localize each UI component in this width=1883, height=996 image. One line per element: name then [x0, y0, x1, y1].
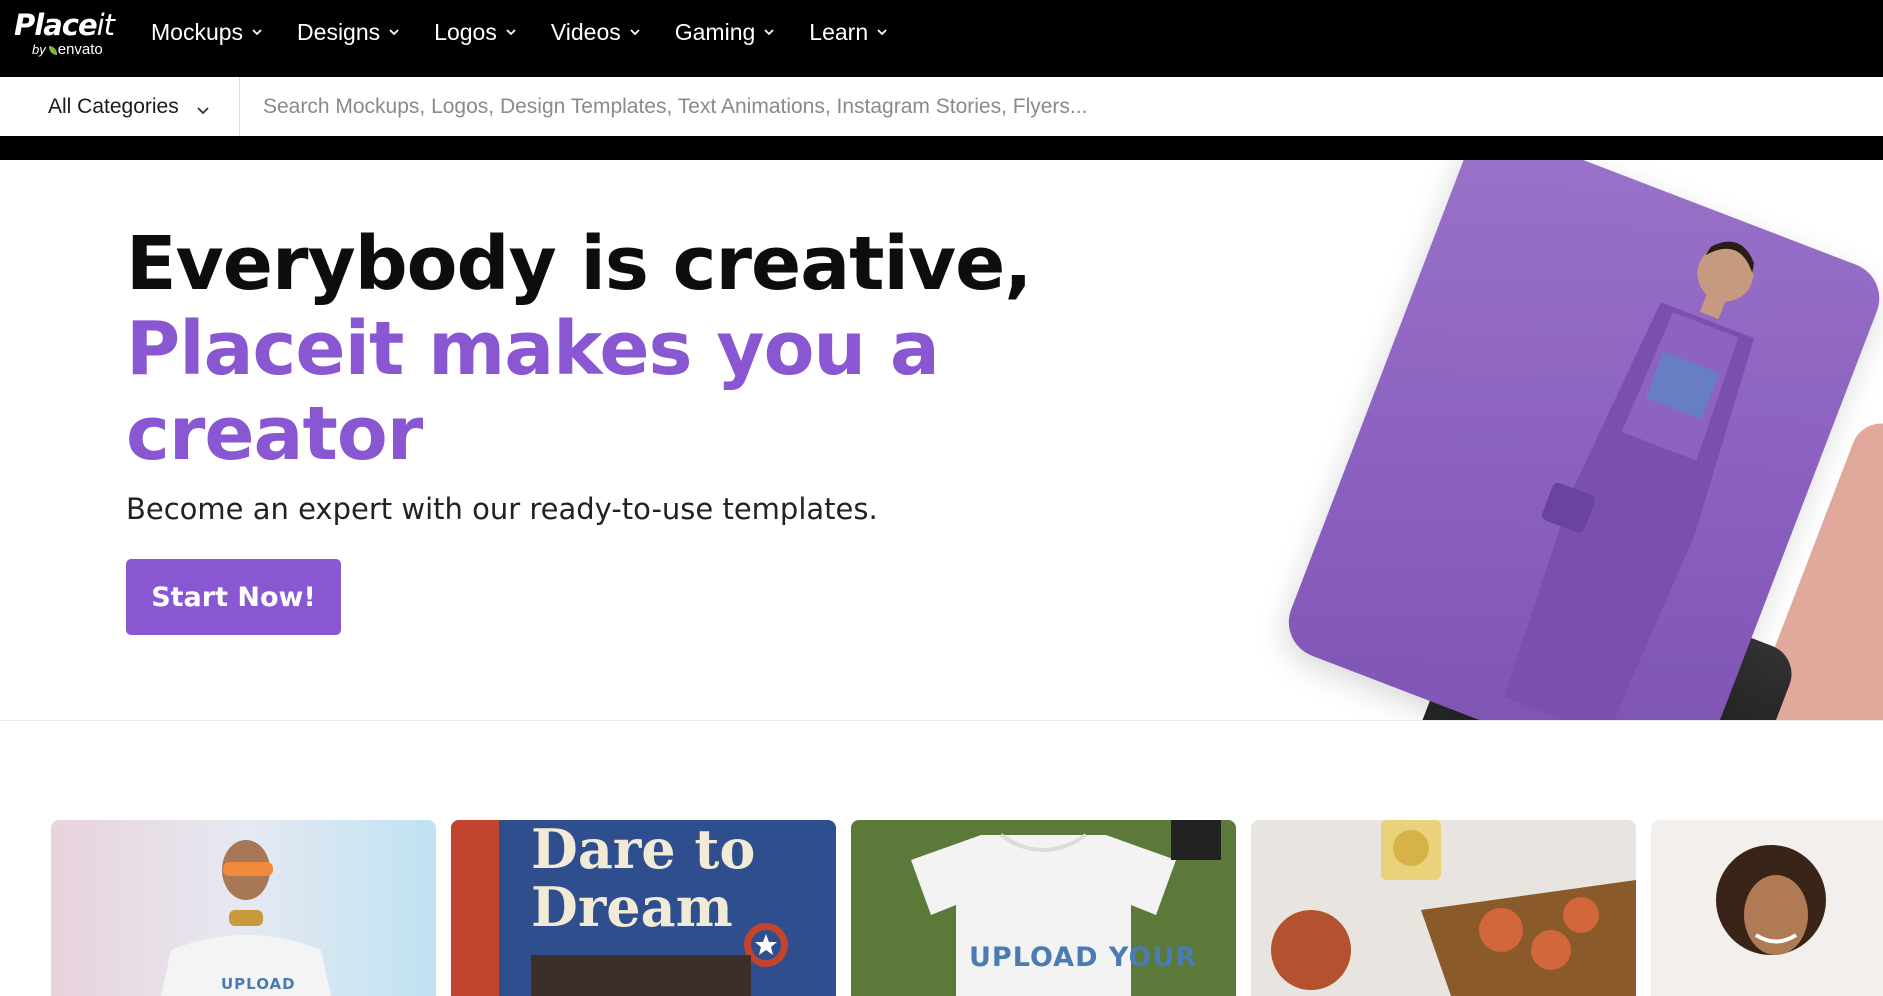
template-card-dare-to-dream[interactable]: Dare to Dream — [451, 820, 836, 996]
hero-section: Everybody is creative, Placeit makes you… — [0, 160, 1883, 720]
chevron-down-icon — [763, 26, 775, 38]
nav-item-videos[interactable]: Videos — [551, 19, 641, 46]
nav-item-label: Learn — [809, 18, 869, 45]
chevron-down-icon — [251, 26, 263, 38]
chevron-down-icon — [196, 99, 210, 115]
nav-item-label: Mockups — [151, 18, 244, 45]
chevron-down-icon — [629, 26, 641, 38]
card4-image — [1271, 820, 1636, 996]
top-navbar: Placeit by envato Mockups Designs Logos V… — [0, 0, 1883, 77]
main-nav: Mockups Designs Logos Videos Gaming Lear… — [151, 0, 922, 64]
section-divider — [0, 720, 1883, 721]
chevron-down-icon — [876, 26, 888, 38]
category-dropdown[interactable]: All Categories — [0, 77, 240, 136]
search-bar: All Categories — [0, 77, 1883, 136]
upload-label: UPLOAD YOUR — [969, 942, 1198, 973]
nav-item-label: Logos — [434, 18, 497, 45]
card2-photo-strip — [531, 955, 751, 996]
template-card-tshirt-model[interactable]: UPLOAD — [51, 820, 436, 996]
nav-item-label: Designs — [297, 18, 381, 45]
chevron-down-icon — [505, 26, 517, 38]
template-card-tshirt-grass[interactable]: UPLOAD YOUR — [851, 820, 1236, 996]
logo-byline: by envato — [32, 41, 103, 58]
logo-wordmark: Placeit — [14, 8, 115, 42]
nav-item-label: Videos — [550, 18, 621, 45]
nav-item-gaming[interactable]: Gaming — [675, 19, 776, 46]
card5-image — [1716, 845, 1826, 955]
envato-leaf-icon — [48, 46, 57, 55]
start-now-button[interactable]: Start Now! — [126, 559, 341, 635]
nav-bottom-band — [0, 136, 1883, 160]
placeit-logo[interactable]: Placeit by envato — [14, 8, 132, 58]
nav-item-designs[interactable]: Designs — [297, 19, 400, 46]
card2-headline: Dare to Dream — [531, 820, 756, 939]
template-card-curly-hair-model[interactable] — [1651, 820, 1883, 996]
model-figure-graphic — [1503, 241, 1755, 720]
upload-label: UPLOAD — [221, 975, 296, 993]
hero-title-line2: Placeit makes you a creator — [126, 306, 940, 477]
hero-subtitle: Become an expert with our ready-to-use t… — [126, 492, 878, 526]
nav-item-mockups[interactable]: Mockups — [151, 19, 263, 46]
chevron-down-icon — [388, 26, 400, 38]
nav-item-logos[interactable]: Logos — [434, 19, 517, 46]
nav-item-label: Gaming — [674, 18, 756, 45]
card2-red-strip — [451, 820, 499, 996]
category-dropdown-label: All Categories — [48, 94, 179, 118]
template-card-candle-flatlay[interactable] — [1251, 820, 1636, 996]
hero-title-line1: Everybody is creative, — [126, 221, 1032, 307]
card1-image — [161, 840, 331, 996]
hero-title: Everybody is creative, Placeit makes you… — [126, 222, 1046, 477]
template-cards-row: UPLOAD Dare to Dream UPLOAD YOUR — [51, 820, 1883, 996]
search-input[interactable] — [241, 77, 1883, 136]
nav-item-learn[interactable]: Learn — [809, 19, 888, 46]
